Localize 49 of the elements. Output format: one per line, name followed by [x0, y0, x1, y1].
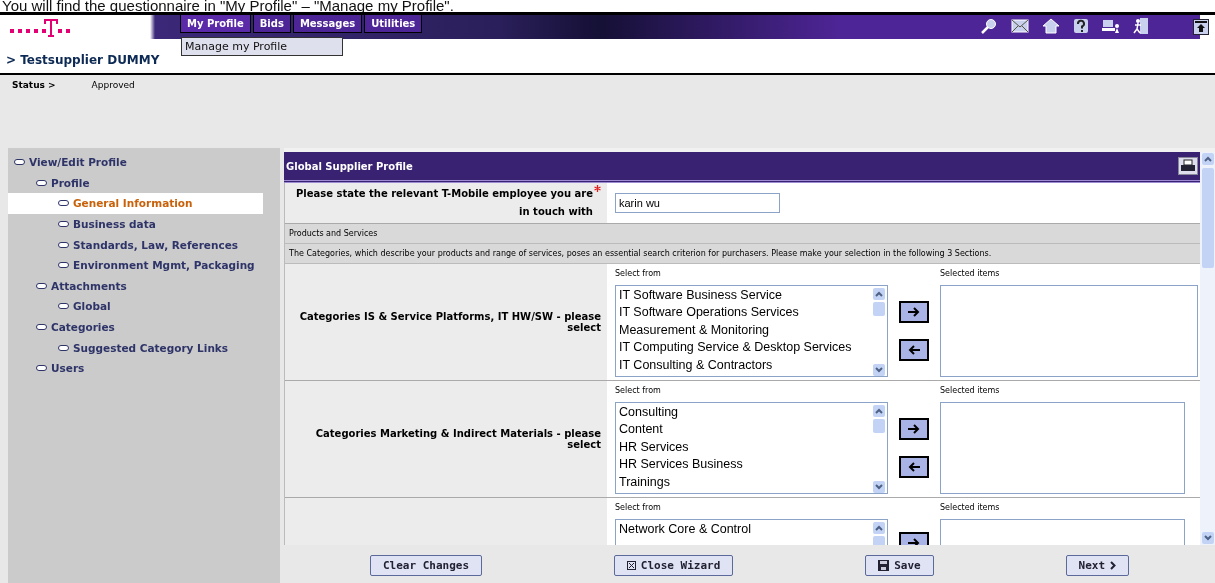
sidebar-item[interactable]: Profile	[8, 172, 263, 194]
status-value: Approved	[91, 80, 135, 90]
menu-item[interactable]: Manage my Profile	[182, 38, 342, 55]
list-option[interactable]: Network Core & Control	[619, 521, 751, 539]
sidebar-item[interactable]: Suggested Category Links	[8, 337, 263, 358]
nav-tab[interactable]: Bids	[252, 15, 291, 33]
list-option[interactable]: HR Services Business	[619, 456, 743, 474]
list-box[interactable]: Consulting Content HR Services HR Services Business Trainings	[615, 402, 888, 494]
list-label: Select from	[615, 268, 662, 278]
sidebar-item[interactable]: Users	[8, 357, 263, 379]
nav-tab[interactable]: Messages	[292, 15, 363, 33]
nav-tab[interactable]: My Profile	[180, 15, 251, 33]
list-box[interactable]: IT Software Business Service IT Software Operations Services Measurement & Monitoring IT Computing Service & Desktop Services IT Consulting & Contractors	[615, 285, 888, 377]
category-label: Categories IS & Service Platforms, IT HW/SW - please select	[299, 311, 601, 333]
section-note: The Categories, which describe your products and range of services, poses an essential search criterion for purchasers. Please make your selection in the following 3 Sections.	[285, 244, 1200, 264]
next-button[interactable]: Next	[1065, 554, 1130, 576]
sidebar-item[interactable]: Business data	[8, 213, 263, 235]
supplier-title: > Testsupplier DUMMY	[6, 53, 160, 67]
list-option[interactable]: Trainings	[619, 473, 670, 492]
sidebar-item[interactable]: Global	[8, 296, 263, 317]
save-button[interactable]: Save	[865, 554, 934, 576]
status-label: Status >	[12, 80, 56, 90]
sidebar-item[interactable]: Environment Mgmt, Packaging	[8, 254, 263, 276]
sidebar-item[interactable]: View/Edit Profile	[8, 152, 263, 173]
list-option[interactable]: Consulting	[619, 404, 679, 422]
list-label: Selected items	[940, 385, 1001, 395]
clear-button[interactable]: Clear Changes	[369, 554, 482, 576]
list-option[interactable]: Content	[619, 421, 663, 439]
nav-tab[interactable]: Utilities	[364, 15, 423, 33]
list-option[interactable]: Measurement & Monitoring	[619, 321, 770, 340]
sidebar-item[interactable]: General Information	[8, 193, 263, 214]
sidebar-item[interactable]: Categories	[8, 316, 263, 338]
list-label: Select from	[615, 502, 662, 512]
text-field[interactable]: karin wu	[615, 193, 780, 213]
list-option[interactable]: IT Consulting & Contractors	[619, 356, 773, 375]
list-label: Selected items	[940, 502, 1001, 512]
close-button[interactable]: Close Wizard	[613, 554, 734, 576]
panel-title: Global Supplier Profile	[286, 160, 413, 172]
list-option[interactable]: IT Software Business Service	[619, 287, 783, 305]
list-option[interactable]: IT Computing Service & Desktop Services	[619, 339, 852, 357]
list-option[interactable]: IT Software Operations Services	[619, 304, 799, 322]
list-option[interactable]: HR Services	[619, 438, 689, 457]
field-label: Please state the relevant T-Mobile employee you are in touch with	[294, 187, 593, 219]
section-title: Products and Services	[285, 224, 1200, 244]
list-label: Select from	[615, 385, 662, 395]
list-label: Selected items	[940, 268, 1001, 278]
category-label: Categories Marketing & Indirect Materials - please select	[314, 428, 601, 450]
sidebar-item[interactable]: Standards, Law, References	[8, 234, 263, 255]
sidebar-item[interactable]: Attachments	[8, 275, 263, 297]
